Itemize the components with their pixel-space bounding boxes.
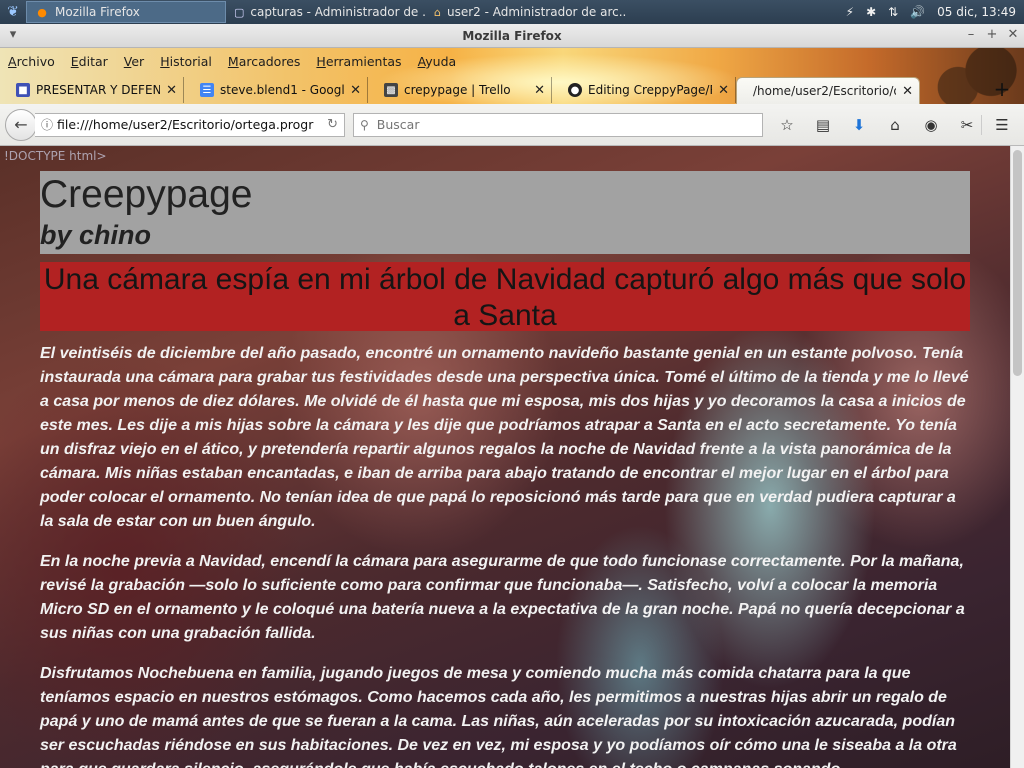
site-author: by chino [40,220,152,250]
close-tab-icon[interactable]: ✕ [718,83,729,98]
volume-icon[interactable]: 🔊 [910,5,925,19]
network-icon[interactable]: ⇅ [888,5,898,19]
app-menu-icon[interactable]: ❦ [0,0,26,24]
window-menu-icon[interactable]: ▾ [4,27,22,42]
close-tab-icon[interactable]: ✕ [902,84,913,99]
system-tray: ⚡ ✱ ⇅ 🔊 05 dic, 13:49 [846,5,1024,19]
trello-icon: ▩ [384,83,398,97]
bookmark-star-icon[interactable]: ☆ [777,115,797,135]
menu-ayuda[interactable]: Ayuda [410,54,465,69]
navigation-bar: ← ⓘ file:///home/user2/Escritorio/ortega… [0,104,1024,146]
desktop-panel: ❦ ● Mozilla Firefox ▢ capturas - Adminis… [0,0,1024,24]
taskbar-item-label: capturas - Administrador de ... [250,5,426,19]
bluetooth-icon[interactable]: ✱ [866,5,876,19]
tab-steve-blend[interactable]: ☰ steve.blend1 - Google D ✕ [184,77,368,103]
tab-presentar[interactable]: ■ PRESENTAR Y DEFENDER ✕ [0,77,184,103]
google-slides-icon: ■ [16,83,30,97]
hamburger-menu-icon[interactable]: ☰ [981,114,1012,135]
minimize-button[interactable]: – [962,27,980,42]
site-title: Creepypage [40,173,253,216]
tab-trello[interactable]: ▩ crepypage | Trello ✕ [368,77,552,103]
home-icon[interactable]: ⌂ [885,115,905,135]
taskbar-item-file-manager[interactable]: ▢ capturas - Administrador de ... [226,1,426,23]
tab-github[interactable]: ● Editing CreppyPage/RE ✕ [552,77,736,103]
url-bar[interactable]: ⓘ file:///home/user2/Escritorio/ortega.p… [35,112,345,137]
download-icon[interactable]: ⬇ [849,115,869,135]
google-docs-icon: ☰ [200,83,214,97]
window-title: Mozilla Firefox [462,28,562,43]
tab-local-file[interactable]: /home/user2/Escritorio/ort ✕ [736,77,920,104]
info-icon[interactable]: ⓘ [41,116,53,133]
back-arrow-icon: ← [14,115,28,134]
maximize-button[interactable]: + [983,27,1001,42]
article-title: Una cámara espía en mi árbol de Navidad … [40,262,970,332]
close-window-button[interactable]: ✕ [1004,27,1022,42]
doctype-text: !DOCTYPE html> [4,149,107,163]
search-bar[interactable]: ⚲ [353,112,763,137]
folder-icon: ▢ [234,5,245,19]
page-content: !DOCTYPE html> Creepypage by chino Una c… [0,146,1010,768]
taskbar-item-firefox[interactable]: ● Mozilla Firefox [26,1,226,23]
close-tab-icon[interactable]: ✕ [350,83,361,98]
browser-toolbar-area: Archivo Editar Ver Historial Marcadores … [0,48,1024,104]
url-text[interactable]: file:///home/user2/Escritorio/ortega.pro… [57,117,323,132]
close-tab-icon[interactable]: ✕ [166,83,177,98]
github-icon: ● [568,83,582,97]
tab-strip: ■ PRESENTAR Y DEFENDER ✕ ☰ steve.blend1 … [0,76,1024,104]
back-button[interactable]: ← [5,108,37,141]
taskbar-item-home-manager[interactable]: ⌂ user2 - Administrador de arc... [426,1,626,23]
article-paragraph: El veintiséis de diciembre del año pasad… [40,345,969,530]
home-icon: ⌂ [434,5,441,19]
clock[interactable]: 05 dic, 13:49 [937,5,1016,19]
menubar: Archivo Editar Ver Historial Marcadores … [0,48,464,74]
close-tab-icon[interactable]: ✕ [534,83,545,98]
menu-historial[interactable]: Historial [152,54,220,69]
menu-herramientas[interactable]: Herramientas [308,54,409,69]
toolbar-icons: ☆ ▤ ⬇ ⌂ ◉ ✂ [777,115,977,135]
vertical-scrollbar[interactable] [1010,146,1024,768]
firefox-icon: ● [37,5,47,19]
bookmarks-list-icon[interactable]: ▤ [813,115,833,135]
search-input[interactable] [374,116,756,133]
menu-archivo[interactable]: Archivo [0,54,63,69]
menu-ver[interactable]: Ver [116,54,152,69]
scrollbar-thumb[interactable] [1013,150,1022,376]
new-tab-button[interactable]: + [988,76,1016,102]
article-paragraph: En la noche previa a Navidad, encendí la… [40,553,965,642]
screenshot-icon[interactable]: ✂ [957,115,977,135]
window-titlebar[interactable]: ▾ Mozilla Firefox – + ✕ [0,24,1024,48]
menu-marcadores[interactable]: Marcadores [220,54,309,69]
power-plug-icon[interactable]: ⚡ [846,5,854,19]
page-header: Creepypage by chino [40,171,970,254]
reload-icon[interactable]: ↻ [327,117,338,132]
article-paragraph: Disfrutamos Nochebuena en familia, jugan… [40,665,957,768]
taskbar-item-label: Mozilla Firefox [55,5,140,19]
taskbar-item-label: user2 - Administrador de arc... [446,5,626,19]
menu-editar[interactable]: Editar [63,54,116,69]
pocket-icon[interactable]: ◉ [921,115,941,135]
search-icon: ⚲ [360,117,369,132]
